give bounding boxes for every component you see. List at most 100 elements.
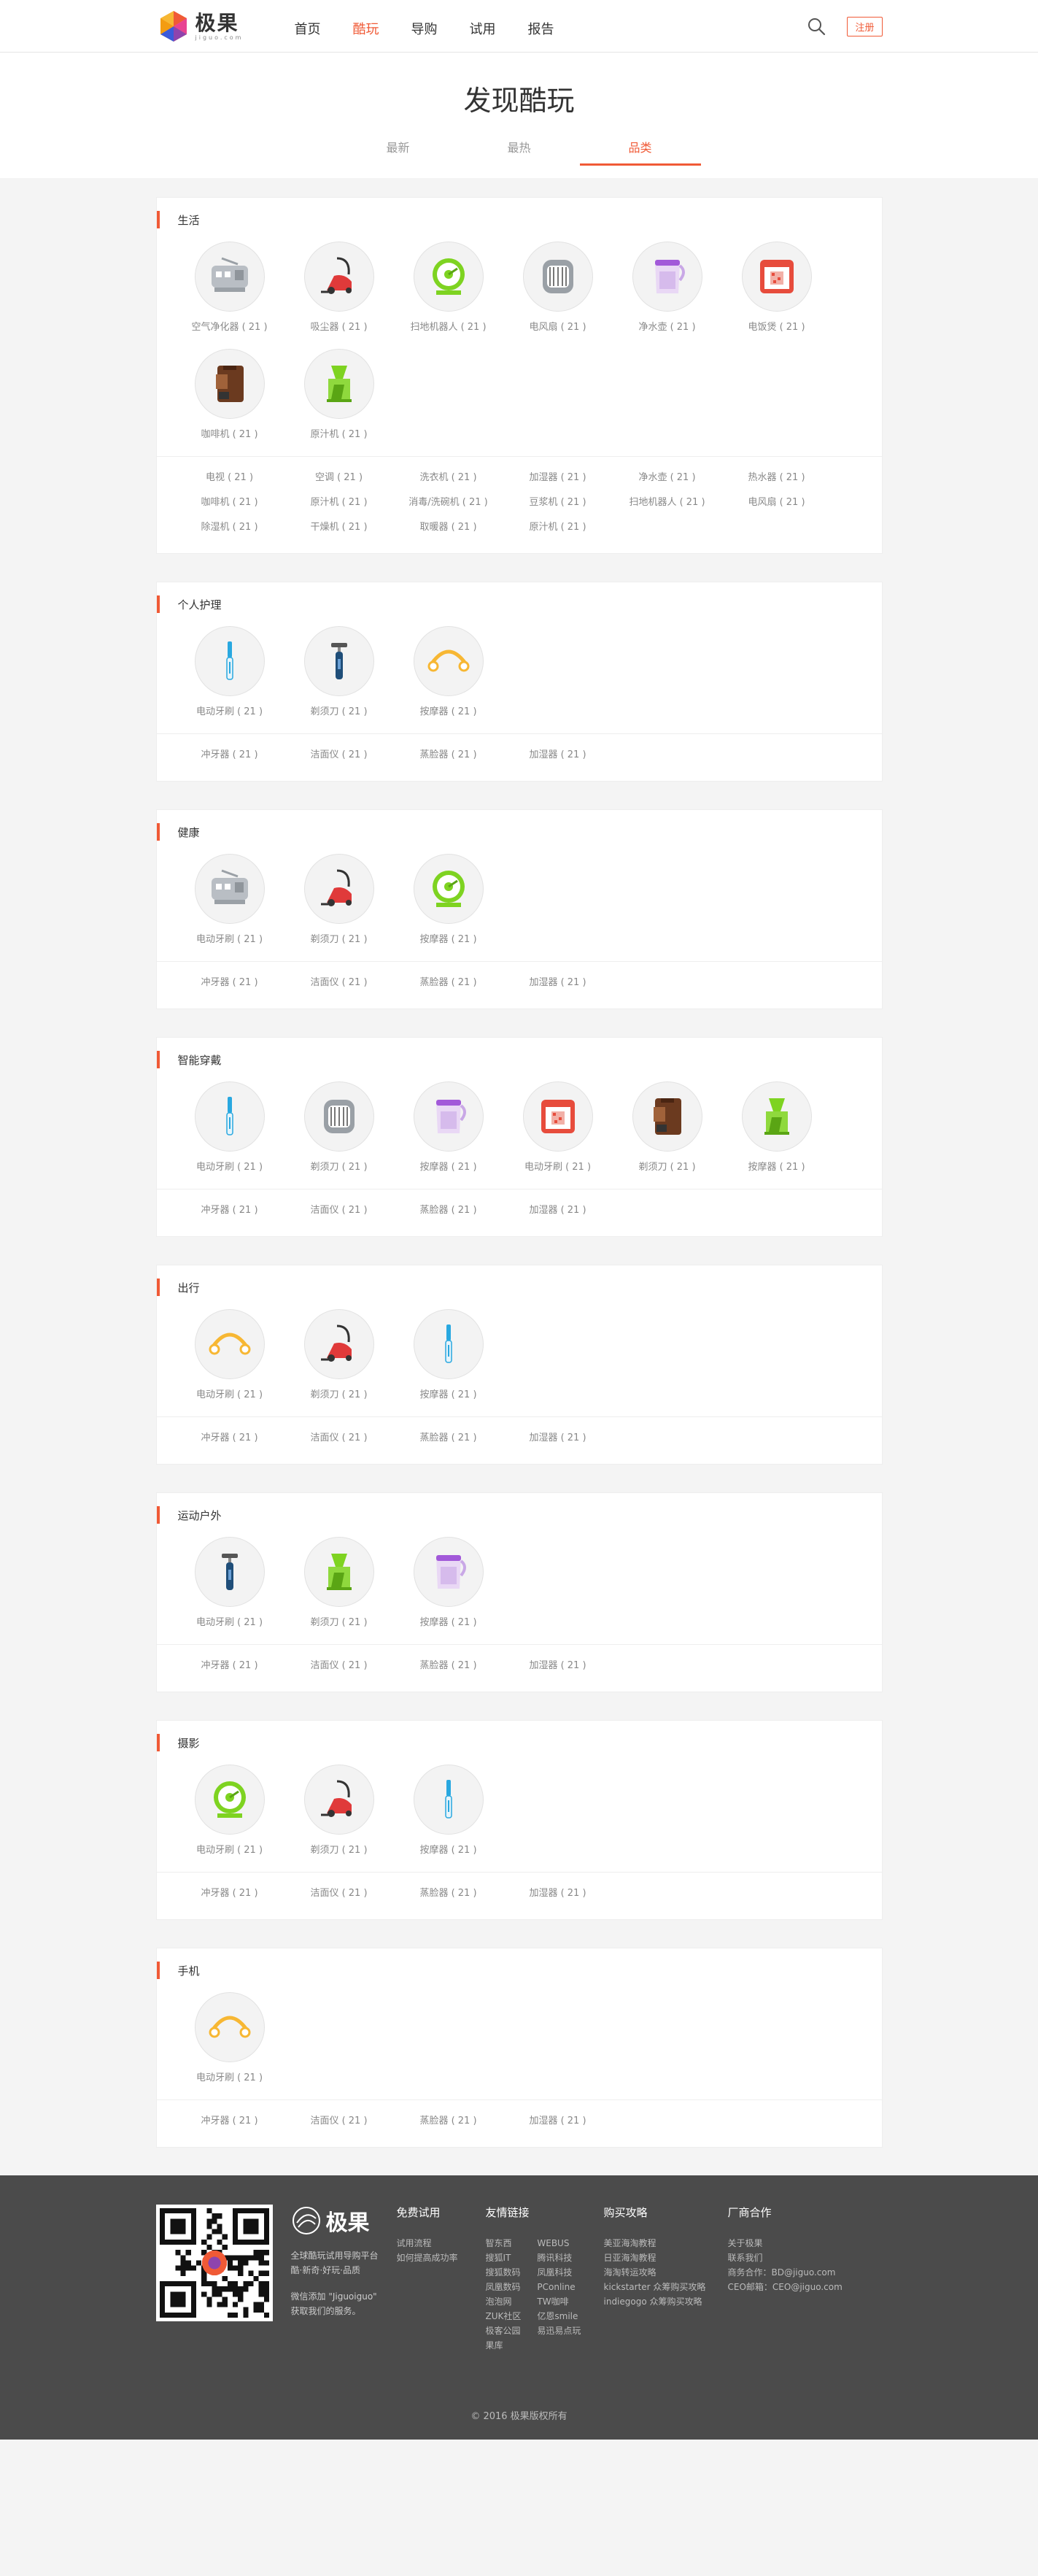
footer-link[interactable]: 海淘转运攻略 <box>604 2265 728 2280</box>
product-item[interactable]: 剃须刀 ( 21 ) <box>613 1081 722 1173</box>
sub-category-link[interactable]: 蒸脸器 ( 21 ) <box>394 1198 503 1223</box>
sub-category-link[interactable]: 蒸脸器 ( 21 ) <box>394 743 503 768</box>
site-logo[interactable]: 极果 jiguo.com <box>156 9 295 44</box>
sub-category-link[interactable]: 扫地机器人 ( 21 ) <box>613 490 722 515</box>
sub-category-link[interactable]: 冲牙器 ( 21 ) <box>175 971 284 995</box>
sub-category-link[interactable]: 洁面仪 ( 21 ) <box>284 1881 394 1906</box>
product-item[interactable]: 电动牙刷 ( 21 ) <box>175 1309 284 1400</box>
product-item[interactable]: 电饭煲 ( 21 ) <box>722 242 832 333</box>
register-button[interactable]: 注册 <box>847 16 883 36</box>
footer-link[interactable]: 如何提高成功率 <box>397 2251 486 2265</box>
product-item[interactable]: 原汁机 ( 21 ) <box>284 349 394 440</box>
product-item[interactable]: 扫地机器人 ( 21 ) <box>394 242 503 333</box>
product-item[interactable]: 按摩器 ( 21 ) <box>394 1537 503 1628</box>
sub-category-link[interactable]: 净水壶 ( 21 ) <box>613 466 722 490</box>
footer-link[interactable]: 果库 <box>486 2338 522 2353</box>
footer-link[interactable]: 泡泡网 <box>486 2294 522 2309</box>
footer-link[interactable]: 搜狐数码 <box>486 2265 522 2280</box>
footer-link[interactable]: PConline <box>537 2280 581 2294</box>
search-icon[interactable] <box>806 16 826 36</box>
product-item[interactable]: 按摩器 ( 21 ) <box>722 1081 832 1173</box>
nav-item[interactable]: 首页 <box>295 15 321 38</box>
sub-category-link[interactable]: 豆浆机 ( 21 ) <box>503 490 613 515</box>
footer-link[interactable]: 凤凰数码 <box>486 2280 522 2294</box>
footer-link[interactable]: CEO邮箱：CEO@jiguo.com <box>728 2280 845 2294</box>
product-item[interactable]: 电动牙刷 ( 21 ) <box>175 626 284 717</box>
footer-link[interactable]: 极客公园 <box>486 2324 522 2338</box>
footer-link[interactable]: 凤凰科技 <box>537 2265 581 2280</box>
footer-link[interactable]: TW咖啡 <box>537 2294 581 2309</box>
nav-item[interactable]: 酷玩 <box>353 15 379 38</box>
product-item[interactable]: 剃须刀 ( 21 ) <box>284 1309 394 1400</box>
sub-category-link[interactable]: 加湿器 ( 21 ) <box>503 2109 613 2134</box>
sub-category-link[interactable]: 洁面仪 ( 21 ) <box>284 1198 394 1223</box>
footer-link[interactable]: WEBUS <box>537 2236 581 2251</box>
product-item[interactable]: 电动牙刷 ( 21 ) <box>503 1081 613 1173</box>
product-item[interactable]: 剃须刀 ( 21 ) <box>284 854 394 945</box>
sub-category-link[interactable]: 加湿器 ( 21 ) <box>503 1654 613 1678</box>
footer-link[interactable]: 试用流程 <box>397 2236 486 2251</box>
footer-link[interactable]: 搜狐IT <box>486 2251 522 2265</box>
sub-category-link[interactable]: 冲牙器 ( 21 ) <box>175 1881 284 1906</box>
tab-item[interactable]: 品类 <box>579 138 701 166</box>
footer-link[interactable]: kickstarter 众筹购买攻略 <box>604 2280 728 2294</box>
footer-link[interactable]: 智东西 <box>486 2236 522 2251</box>
sub-category-link[interactable]: 加湿器 ( 21 ) <box>503 1198 613 1223</box>
sub-category-link[interactable]: 冲牙器 ( 21 ) <box>175 1198 284 1223</box>
footer-link[interactable]: ZUK社区 <box>486 2309 522 2324</box>
sub-category-link[interactable]: 电风扇 ( 21 ) <box>722 490 832 515</box>
sub-category-link[interactable]: 蒸脸器 ( 21 ) <box>394 971 503 995</box>
sub-category-link[interactable]: 消毒/洗碗机 ( 21 ) <box>394 490 503 515</box>
footer-link[interactable]: 美亚海淘教程 <box>604 2236 728 2251</box>
sub-category-link[interactable]: 冲牙器 ( 21 ) <box>175 2109 284 2134</box>
sub-category-link[interactable]: 蒸脸器 ( 21 ) <box>394 1654 503 1678</box>
product-item[interactable]: 剃须刀 ( 21 ) <box>284 1765 394 1856</box>
sub-category-link[interactable]: 洁面仪 ( 21 ) <box>284 2109 394 2134</box>
nav-item[interactable]: 导购 <box>411 15 438 38</box>
tab-item[interactable]: 最热 <box>459 138 580 166</box>
footer-link[interactable]: 亿恩smile <box>537 2309 581 2324</box>
footer-link[interactable]: 易迅易点玩 <box>537 2324 581 2338</box>
sub-category-link[interactable]: 加湿器 ( 21 ) <box>503 971 613 995</box>
product-item[interactable]: 吸尘器 ( 21 ) <box>284 242 394 333</box>
footer-link[interactable]: 商务合作：BD@jiguo.com <box>728 2265 845 2280</box>
footer-link[interactable]: 腾讯科技 <box>537 2251 581 2265</box>
sub-category-link[interactable]: 加湿器 ( 21 ) <box>503 1881 613 1906</box>
product-item[interactable]: 按摩器 ( 21 ) <box>394 1309 503 1400</box>
product-item[interactable]: 电动牙刷 ( 21 ) <box>175 854 284 945</box>
sub-category-link[interactable]: 洗衣机 ( 21 ) <box>394 466 503 490</box>
product-item[interactable]: 电风扇 ( 21 ) <box>503 242 613 333</box>
sub-category-link[interactable]: 加湿器 ( 21 ) <box>503 466 613 490</box>
sub-category-link[interactable]: 除湿机 ( 21 ) <box>175 515 284 540</box>
sub-category-link[interactable]: 洁面仪 ( 21 ) <box>284 971 394 995</box>
sub-category-link[interactable]: 空调 ( 21 ) <box>284 466 394 490</box>
sub-category-link[interactable]: 蒸脸器 ( 21 ) <box>394 1881 503 1906</box>
sub-category-link[interactable]: 原汁机 ( 21 ) <box>503 515 613 540</box>
nav-item[interactable]: 报告 <box>528 15 554 38</box>
footer-link[interactable]: 关于极果 <box>728 2236 845 2251</box>
product-item[interactable]: 电动牙刷 ( 21 ) <box>175 1765 284 1856</box>
sub-category-link[interactable]: 加湿器 ( 21 ) <box>503 1426 613 1451</box>
sub-category-link[interactable]: 原汁机 ( 21 ) <box>284 490 394 515</box>
sub-category-link[interactable]: 蒸脸器 ( 21 ) <box>394 2109 503 2134</box>
sub-category-link[interactable]: 电视 ( 21 ) <box>175 466 284 490</box>
tab-item[interactable]: 最新 <box>338 138 459 166</box>
product-item[interactable]: 按摩器 ( 21 ) <box>394 854 503 945</box>
product-item[interactable]: 按摩器 ( 21 ) <box>394 1081 503 1173</box>
product-item[interactable]: 空气净化器 ( 21 ) <box>175 242 284 333</box>
product-item[interactable]: 净水壶 ( 21 ) <box>613 242 722 333</box>
sub-category-link[interactable]: 蒸脸器 ( 21 ) <box>394 1426 503 1451</box>
nav-item[interactable]: 试用 <box>470 15 496 38</box>
footer-link[interactable]: indiegogo 众筹购买攻略 <box>604 2294 728 2309</box>
product-item[interactable]: 电动牙刷 ( 21 ) <box>175 1537 284 1628</box>
sub-category-link[interactable]: 干燥机 ( 21 ) <box>284 515 394 540</box>
sub-category-link[interactable]: 加湿器 ( 21 ) <box>503 743 613 768</box>
sub-category-link[interactable]: 热水器 ( 21 ) <box>722 466 832 490</box>
product-item[interactable]: 按摩器 ( 21 ) <box>394 1765 503 1856</box>
product-item[interactable]: 剃须刀 ( 21 ) <box>284 1081 394 1173</box>
footer-link[interactable]: 联系我们 <box>728 2251 845 2265</box>
product-item[interactable]: 电动牙刷 ( 21 ) <box>175 1992 284 2083</box>
product-item[interactable]: 按摩器 ( 21 ) <box>394 626 503 717</box>
product-item[interactable]: 剃须刀 ( 21 ) <box>284 1537 394 1628</box>
sub-category-link[interactable]: 冲牙器 ( 21 ) <box>175 743 284 768</box>
